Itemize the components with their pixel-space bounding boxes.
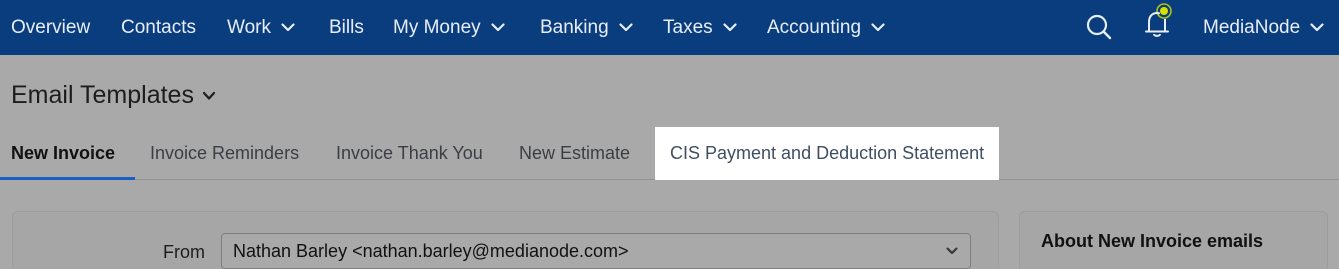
top-navigation-bar: Overview Contacts Work Bills My Money Ba… [0,0,1339,55]
nav-taxes-label: Taxes [663,16,713,38]
tab-label: Invoice Reminders [150,143,300,163]
tab-label: New Invoice [11,143,116,163]
tab-invoice-reminders[interactable]: Invoice Reminders [150,127,299,180]
from-select[interactable]: Nathan Barley <nathan.barley@medianode.c… [221,233,971,269]
tab-new-estimate[interactable]: New Estimate [519,127,630,180]
tab-label: Invoice Thank You [336,143,483,163]
page-title: Email Templates [11,81,194,109]
page-title-dropdown[interactable]: Email Templates [11,81,216,110]
nav-accounting[interactable]: Accounting [767,0,885,55]
chevron-down-icon [946,247,958,254]
chevron-down-icon [202,91,216,100]
from-label: From [163,242,205,262]
nav-my-money[interactable]: My Money [393,0,505,55]
nav-overview[interactable]: Overview [11,0,90,55]
nav-work-label: Work [227,16,271,38]
tab-new-invoice[interactable]: New Invoice [11,127,115,180]
tab-invoice-thank-you[interactable]: Invoice Thank You [336,127,483,180]
nav-accounting-label: Accounting [767,16,862,38]
tab-cis-payment-and-deduction-statement[interactable]: CIS Payment and Deduction Statement [655,127,1000,180]
from-select-value: Nathan Barley <nathan.barley@medianode.c… [233,240,629,261]
search-icon[interactable] [1082,10,1116,44]
account-menu[interactable]: MediaNode [1203,0,1324,55]
tab-label: New Estimate [519,143,631,163]
nav-banking-label: Banking [540,16,609,38]
nav-contacts-label: Contacts [121,16,196,38]
nav-taxes[interactable]: Taxes [663,0,737,55]
chevron-down-icon [619,21,633,35]
nav-overview-label: Overview [11,16,91,38]
nav-work[interactable]: Work [227,0,295,55]
bell-icon[interactable] [1141,3,1175,38]
nav-banking[interactable]: Banking [540,0,633,55]
chevron-down-icon [491,21,505,35]
about-emails-title: About New Invoice emails [1041,231,1264,251]
account-name: MediaNode [1203,16,1301,38]
chevron-down-icon [871,21,885,35]
nav-bills-label: Bills [329,16,364,38]
nav-bills[interactable]: Bills [329,0,364,55]
chevron-down-icon [723,21,737,35]
nav-my-money-label: My Money [393,16,481,38]
chevron-down-icon [1310,21,1324,35]
nav-contacts[interactable]: Contacts [121,0,196,55]
active-tab-indicator [0,177,135,180]
chevron-down-icon [281,21,295,35]
tab-label: CIS Payment and Deduction Statement [670,143,985,163]
